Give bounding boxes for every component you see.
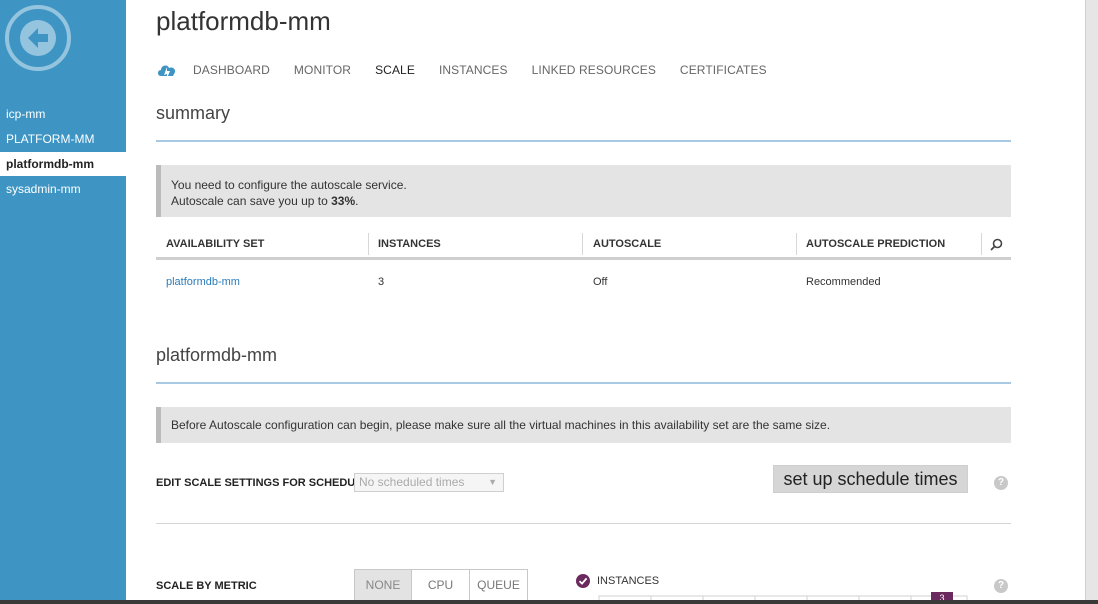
col-autoscale[interactable]: AUTOSCALE [593, 231, 661, 257]
setup-schedule-button[interactable]: set up schedule times [773, 465, 968, 493]
instances-check-label: INSTANCES [597, 575, 660, 587]
back-button[interactable] [5, 5, 71, 71]
instances-cell: 3 [378, 276, 385, 288]
instances-checkbox[interactable] [576, 574, 590, 588]
tab-bar: DASHBOARD MONITOR SCALE INSTANCES LINKED… [156, 60, 791, 80]
metric-label: SCALE BY METRIC [156, 580, 257, 592]
availability-set-link[interactable]: platformdb-mm [166, 276, 240, 288]
column-divider [582, 233, 583, 255]
scrollbar-track[interactable] [1086, 0, 1098, 604]
tab-dashboard[interactable]: DASHBOARD [193, 63, 270, 77]
tab-scale[interactable]: SCALE [375, 63, 415, 77]
table-header: AVAILABILITY SET INSTANCES AUTOSCALE AUT… [156, 231, 1011, 260]
savings-percent: 33% [331, 194, 356, 208]
schedule-label: EDIT SCALE SETTINGS FOR SCHEDULE [156, 477, 370, 489]
metric-toggle-group: NONE CPU QUEUE [354, 569, 528, 601]
size-notice: Before Autoscale configuration can begin… [156, 407, 1011, 443]
availability-set-heading: platformdb-mm [156, 345, 278, 365]
help-icon[interactable]: ? [994, 579, 1008, 593]
tab-monitor[interactable]: MONITOR [294, 63, 351, 77]
table-row: platformdb-mm 3 Off Recommended [156, 260, 1011, 312]
cloud-service-icon [158, 65, 176, 78]
help-icon[interactable]: ? [994, 476, 1008, 490]
autoscale-cell: Off [593, 276, 608, 288]
metric-queue-button[interactable]: QUEUE [469, 569, 528, 601]
column-divider [981, 233, 982, 255]
sidebar-item-platformdb-mm[interactable]: platformdb-mm [0, 152, 126, 176]
autoscale-notice: You need to configure the autoscale serv… [156, 165, 1011, 217]
summary-heading: summary [156, 103, 231, 123]
notice-line-2-text: Autoscale can save you up to [171, 194, 332, 208]
tab-linked-resources[interactable]: LINKED RESOURCES [532, 63, 656, 77]
col-availability-set[interactable]: AVAILABILITY SET [166, 231, 264, 257]
availability-set-divider [156, 382, 1011, 384]
bottom-taskbar [0, 600, 1098, 604]
tab-certificates[interactable]: CERTIFICATES [680, 63, 767, 77]
availability-set-table: AVAILABILITY SET INSTANCES AUTOSCALE AUT… [156, 231, 1011, 312]
sidebar-item-icp-mm[interactable]: icp-mm [0, 102, 126, 126]
col-instances[interactable]: INSTANCES [378, 231, 441, 257]
tab-instances[interactable]: INSTANCES [439, 63, 508, 77]
metric-none-button[interactable]: NONE [354, 569, 412, 601]
section-divider [156, 523, 1011, 524]
prediction-cell: Recommended [806, 276, 881, 288]
summary-divider [156, 140, 1011, 142]
checkmark-icon [578, 577, 588, 585]
sidebar-item-sysadmin-mm[interactable]: sysadmin-mm [0, 177, 126, 201]
col-autoscale-prediction[interactable]: AUTOSCALE PREDICTION [806, 231, 945, 257]
schedule-select-value: No scheduled times [359, 475, 465, 489]
page-title: platformdb-mm [156, 6, 331, 36]
size-notice-text: Before Autoscale configuration can begin… [171, 418, 831, 432]
notice-line-2: Autoscale can save you up to 33%. [171, 193, 1011, 209]
column-divider [796, 233, 797, 255]
notice-line-1: You need to configure the autoscale serv… [171, 178, 407, 192]
notice-line-2-end: . [355, 194, 359, 208]
chevron-down-icon: ▼ [488, 477, 497, 487]
back-arrow-icon [20, 20, 56, 56]
column-divider [368, 233, 369, 255]
search-icon[interactable] [990, 238, 1003, 251]
sidebar: icp-mm PLATFORM-MM platformdb-mm sysadmi… [0, 0, 126, 604]
schedule-select[interactable]: No scheduled times ▼ [354, 473, 504, 492]
sidebar-item-platform-mm[interactable]: PLATFORM-MM [0, 127, 126, 151]
metric-cpu-button[interactable]: CPU [411, 569, 470, 601]
